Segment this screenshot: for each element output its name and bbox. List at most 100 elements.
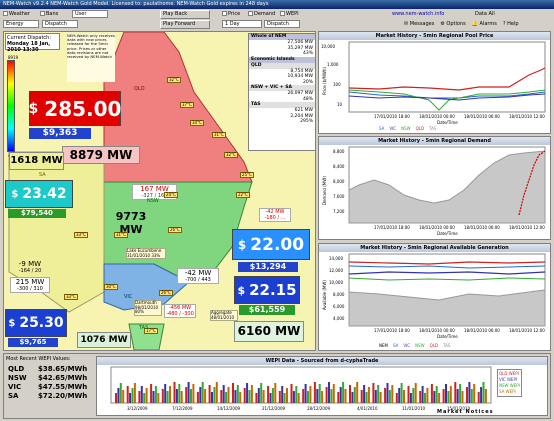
nem-summary-table: Whole of NEM 27,506 MW 35,297 MW 43% Eco… xyxy=(248,33,316,151)
terranora-flow-limits: -180 / ... xyxy=(264,215,286,221)
bans-checkbox[interactable]: Bans xyxy=(40,11,58,17)
wepi-xtick: 28/12/2009 xyxy=(307,406,331,411)
tas-wepi-value: $9,765 xyxy=(8,338,58,347)
dispatch-range-select[interactable]: Dispatch xyxy=(264,20,300,28)
heywood-flow: -9 MW -164 / 20 xyxy=(10,260,50,274)
temp-tag: 31°C xyxy=(212,132,226,138)
vic-nsw-flow-limits: -700 / 443 xyxy=(185,277,211,283)
wepi-bar xyxy=(449,386,452,403)
temp-tag: 33°C xyxy=(64,294,78,300)
wepi-bar xyxy=(154,386,157,403)
generation-chart-panel[interactable]: Market History - 5min Regional Available… xyxy=(318,243,551,351)
price-checkbox[interactable]: Price xyxy=(222,11,240,17)
wepi-bar xyxy=(222,385,225,403)
table-value: 43% xyxy=(302,51,313,56)
wepi-bar xyxy=(145,388,148,403)
price-chart: Price ($/MWh) 10,000 1,000 100 10 17/01/… xyxy=(321,41,546,125)
wepi-bar xyxy=(274,383,277,403)
sa-price-box[interactable]: $23.42 xyxy=(5,180,73,208)
market-notices-label[interactable]: Market Notices xyxy=(437,409,494,415)
wepi-bar xyxy=(447,391,450,403)
wepi-bar xyxy=(379,392,382,403)
wepi-bar xyxy=(328,382,330,403)
price-xtick: 18/01/2010 12:00 xyxy=(509,114,545,119)
wepi-bar xyxy=(192,384,195,403)
table-value: 20% xyxy=(302,79,313,85)
vic-wepi-value: $61,559 xyxy=(239,305,295,315)
temp-tag: 32°C xyxy=(167,77,181,83)
wepi-bar xyxy=(126,386,129,403)
wepi-bar xyxy=(412,388,415,403)
wepi-bar xyxy=(196,392,199,403)
wepi-bar xyxy=(150,384,153,403)
tas-price-box[interactable]: $25.30 xyxy=(5,309,67,337)
wepi-bar xyxy=(161,389,164,403)
snowy-price-box[interactable]: $22.00 xyxy=(232,229,310,260)
wepi-bar xyxy=(459,384,462,403)
play-forward-button[interactable]: Play Forward xyxy=(160,20,210,29)
murraylink-flow: 215 MW -300 / 310 xyxy=(10,277,50,293)
qld-price: 285.00 xyxy=(44,96,122,121)
qld-price-box[interactable]: $285.00 xyxy=(29,91,121,126)
wepi-bar xyxy=(477,392,480,403)
snowy-wepi-value: $13,294 xyxy=(238,262,298,272)
alarms-label: Alarms xyxy=(479,21,497,27)
window-title: NEM-Watch v9.2.4 NEM-Watch Gold Model. L… xyxy=(3,1,269,7)
wepi-bar xyxy=(391,385,394,403)
wepi-bar xyxy=(208,385,211,403)
heywood-flow-value: -9 MW xyxy=(18,260,42,268)
messages-button[interactable]: ✉ Messages xyxy=(404,21,434,27)
scale-max: 8919 xyxy=(8,55,19,60)
price-xtick: 17/01/2010 18:00 xyxy=(374,114,410,119)
wepi-chart-panel[interactable]: WEPI Data - Sourced from d-cyphaTrade 3/… xyxy=(96,356,548,416)
qld-tag: QLD xyxy=(134,86,145,92)
wepi-region: QLD xyxy=(8,365,25,373)
demand-checkbox[interactable]: Demand xyxy=(248,11,275,17)
window-title-bar: NEM-Watch v9.2.4 NEM-Watch Gold Model. L… xyxy=(0,0,554,9)
help-button[interactable]: ? Help xyxy=(503,21,519,27)
scale-bar xyxy=(7,60,15,152)
wepi-bar xyxy=(309,386,312,403)
price-ytick: 10 xyxy=(337,102,343,107)
wepi-bar xyxy=(403,390,405,403)
wepi-bar xyxy=(215,382,218,403)
options-button[interactable]: ⚙ Options xyxy=(440,21,465,27)
temp-tag: 25°C xyxy=(240,172,254,178)
demand-xtick: 18/01/2010 12:00 xyxy=(509,225,545,230)
wepi-checkbox[interactable]: WEPI xyxy=(280,11,299,17)
wepi-bar xyxy=(374,390,377,403)
wepi-bar xyxy=(227,387,230,403)
wepi-label: WEPI xyxy=(286,11,299,17)
wepi-bar xyxy=(426,388,429,403)
data-label-text: Data xyxy=(475,11,487,17)
demand-xtick: 17/01/2010 18:00 xyxy=(374,225,410,230)
wepi-bar xyxy=(122,390,125,403)
wepi-bar xyxy=(292,391,295,403)
wepi-bar xyxy=(115,393,117,403)
energy-select[interactable]: Energy xyxy=(3,20,39,28)
demand-chart-panel[interactable]: Market History - 5min Regional Demand De… xyxy=(318,136,551,240)
wepi-bar xyxy=(484,389,487,403)
play-back-button[interactable]: Play Back xyxy=(160,10,210,19)
price-ytick: 100 xyxy=(333,82,341,87)
wepi-bar xyxy=(180,391,183,403)
dispatch-select[interactable]: Dispatch xyxy=(42,20,78,28)
table-row: 295% xyxy=(249,119,315,125)
day-select[interactable]: 1 Day xyxy=(222,20,262,28)
alarms-button[interactable]: 🔔 Alarms xyxy=(472,21,497,27)
user-select-value: User xyxy=(75,11,87,17)
wepi-bar xyxy=(213,387,216,403)
website-link[interactable]: www.nem-watch.info xyxy=(392,11,444,17)
weather-checkbox[interactable]: Weather xyxy=(3,11,30,17)
vic-price-box[interactable]: $22.15 xyxy=(234,276,300,304)
user-select[interactable]: User xyxy=(72,10,108,18)
qld-wepi-value: $9,363 xyxy=(29,128,91,139)
wepi-bar xyxy=(372,383,375,403)
wepi-bar xyxy=(473,384,476,403)
wepi-bar xyxy=(143,393,146,403)
price-ytick: 1,000 xyxy=(327,62,339,67)
wepi-bar xyxy=(360,390,363,403)
sa-tag: SA xyxy=(39,172,46,178)
price-chart-panel[interactable]: Market History - 5min Regional Pool Pric… xyxy=(318,31,551,134)
wepi-xtick: 11/01/2010 xyxy=(402,406,426,411)
